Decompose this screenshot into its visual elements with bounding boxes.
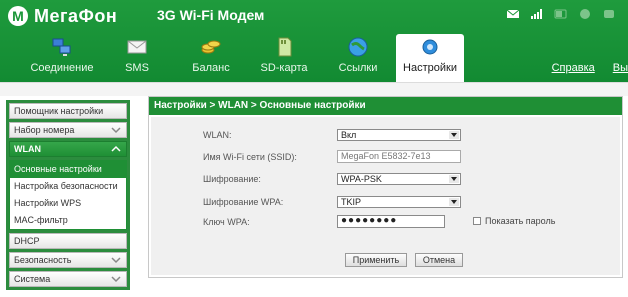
nav-links[interactable]: Ссылки xyxy=(334,34,382,78)
ssid-field[interactable]: MegaFon E5832-7e13 xyxy=(337,150,461,163)
top-header: M МегаФон 3G Wi-Fi Модем Соединение SMS … xyxy=(0,0,628,82)
chevron-down-icon xyxy=(111,276,121,283)
sidebar-item-label: Безопасность xyxy=(14,255,72,265)
sidebar-item-system[interactable]: Система xyxy=(9,271,127,287)
brand-name: МегаФон xyxy=(34,5,118,26)
sidebar-item-label: DHCP xyxy=(14,236,40,246)
sidebar-item-label: Набор номера xyxy=(14,125,75,135)
settings-panel: Настройки > WLAN > Основные настройки WL… xyxy=(148,96,623,278)
wpa-key-field[interactable]: ●●●●●●●● xyxy=(337,215,445,228)
wlan-submenu: Основные настройки Настройка безопасност… xyxy=(9,160,127,230)
sidebar-subitem-basic-settings[interactable]: Основные настройки xyxy=(10,161,126,178)
globe-icon xyxy=(348,37,368,57)
sidebar-subitem-security-settings[interactable]: Настройка безопасности xyxy=(10,178,126,195)
sidebar-item-setup-wizard[interactable]: Помощник настройки xyxy=(9,103,127,119)
nav-label: SD-карта xyxy=(260,62,308,74)
encryption-label: Шифрование: xyxy=(203,174,261,184)
signal-icon xyxy=(531,9,542,19)
help-link[interactable]: Справка xyxy=(552,62,595,74)
megafon-logo-mark: M xyxy=(8,6,28,26)
sidebar-item-label: WLAN xyxy=(14,144,41,154)
sidebar-subitem-mac-filter[interactable]: MAC-фильтр xyxy=(10,212,126,229)
chevron-up-icon xyxy=(111,145,121,152)
coins-icon xyxy=(201,40,221,54)
dropdown-arrow-icon xyxy=(449,175,459,183)
sidebar-item-label: Система xyxy=(14,274,51,284)
wpa-key-label: Ключ WPA: xyxy=(203,217,250,227)
wlan-select[interactable]: Вкл xyxy=(337,129,461,141)
sidebar-item-wlan[interactable]: WLAN xyxy=(9,141,127,157)
nav-label: Соединение xyxy=(30,62,94,74)
status-icons xyxy=(506,8,616,20)
nav-settings[interactable]: Настройки xyxy=(396,34,464,82)
nav-label: Ссылки xyxy=(338,62,378,74)
nav-label: SMS xyxy=(125,62,149,74)
header-divider xyxy=(0,82,628,96)
page-title: Настройки > WLAN > Основные настройки xyxy=(149,97,622,115)
nav-connection[interactable]: Соединение xyxy=(30,34,94,78)
battery-icon xyxy=(554,9,567,19)
envelope-icon[interactable] xyxy=(506,8,520,20)
dropdown-arrow-icon xyxy=(449,198,459,206)
encryption-select[interactable]: WPA-PSK xyxy=(337,173,461,185)
header-links: Справка Вы xyxy=(552,62,628,74)
wpa-encryption-select[interactable]: TKIP xyxy=(337,196,461,208)
sidebar-item-security[interactable]: Безопасность xyxy=(9,252,127,268)
encryption-select-value: WPA-PSK xyxy=(341,174,382,184)
ssid-label: Имя Wi-Fi сети (SSID): xyxy=(203,152,297,162)
wpa-encryption-label: Шифрование WPA: xyxy=(203,197,284,207)
brand-logo: M МегаФон xyxy=(8,4,117,28)
wlan-label: WLAN: xyxy=(203,130,232,140)
apply-button[interactable]: Применить xyxy=(345,253,407,267)
cancel-button[interactable]: Отмена xyxy=(415,253,463,267)
wifi-icon xyxy=(580,9,590,19)
product-title: 3G Wi-Fi Модем xyxy=(157,7,265,23)
router-web-ui: M МегаФон 3G Wi-Fi Модем Соединение SMS … xyxy=(0,0,628,297)
wlan-select-value: Вкл xyxy=(341,130,357,140)
exit-link[interactable]: Вы xyxy=(613,62,628,74)
connection-icon xyxy=(604,10,614,18)
nav-balance[interactable]: Баланс xyxy=(188,34,234,78)
chevron-down-icon xyxy=(111,127,121,134)
sidebar-item-label: Помощник настройки xyxy=(14,106,104,116)
nav-label: Баланс xyxy=(192,62,230,74)
wpa-encryption-select-value: TKIP xyxy=(341,197,362,207)
sidebar: Помощник настройки Набор номера WLAN Осн… xyxy=(6,100,130,290)
gears-icon xyxy=(422,39,438,55)
sidebar-subitem-wps-settings[interactable]: Настройки WPS xyxy=(10,195,126,212)
sidebar-item-dhcp[interactable]: DHCP xyxy=(9,233,127,249)
chevron-down-icon xyxy=(111,257,121,264)
dropdown-arrow-icon xyxy=(449,131,459,139)
show-password-checkbox[interactable] xyxy=(473,217,481,225)
nav-sd-card[interactable]: SD-карта xyxy=(256,34,312,78)
sidebar-item-dial-up[interactable]: Набор номера xyxy=(9,122,127,138)
computers-icon xyxy=(52,38,71,56)
envelope-icon xyxy=(127,40,147,54)
nav-label: Настройки xyxy=(403,62,457,74)
sd-card-icon xyxy=(278,37,292,57)
nav-sms[interactable]: SMS xyxy=(120,34,154,78)
show-password-label: Показать пароль xyxy=(485,216,556,226)
form-area: WLAN: Вкл Имя Wi-Fi сети (SSID): MegaFon… xyxy=(151,117,620,275)
